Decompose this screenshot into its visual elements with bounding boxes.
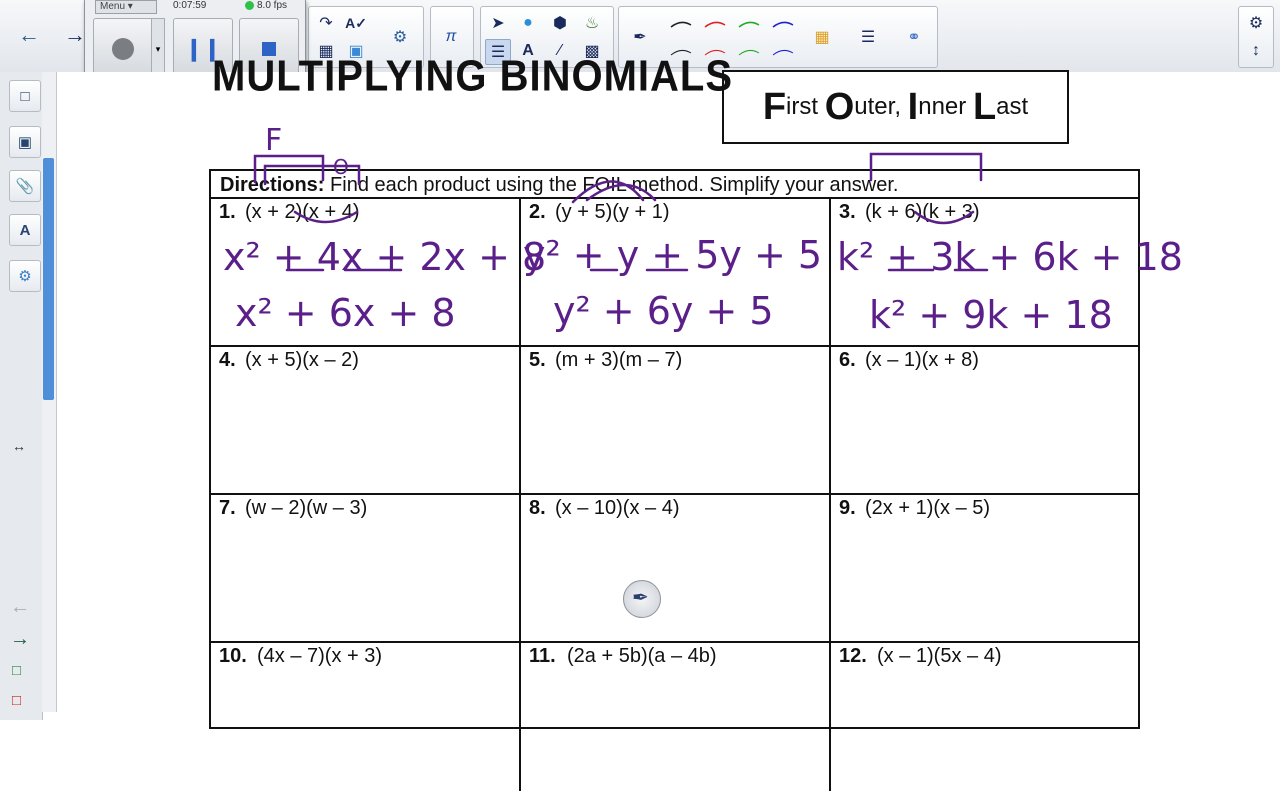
problem-expression: (2a + 5b)(a – 4b) bbox=[567, 645, 717, 667]
attachments-icon[interactable]: 📎 bbox=[9, 170, 41, 202]
problem-expression: (4x – 7)(x + 3) bbox=[257, 645, 383, 667]
recorder-menu-label: Menu bbox=[100, 1, 126, 12]
resize-sidebar-icon[interactable]: ↔ bbox=[12, 438, 26, 454]
problem-expression: (k + 6)(k + 3) bbox=[865, 201, 980, 223]
recorder-menu[interactable]: Menu ▾ bbox=[95, 0, 157, 14]
problem-number: 7. bbox=[219, 497, 236, 519]
problem-cell: 12. (x – 1)(5x – 4) bbox=[831, 643, 1138, 791]
pen-cursor-icon: ✒ bbox=[623, 580, 661, 618]
problem-cell: 4. (x + 5)(x – 2) bbox=[211, 347, 521, 495]
color-palette-icon[interactable]: ▦ bbox=[809, 24, 835, 50]
sidebar-scroll-thumb[interactable] bbox=[43, 158, 54, 400]
worksheet-title: MULTIPLYING BINOMIALS bbox=[212, 51, 733, 101]
foil-box: First Outer, Inner Last bbox=[722, 70, 1069, 144]
problem-number: 2. bbox=[529, 201, 546, 223]
layers-icon[interactable]: ⚭ bbox=[901, 24, 927, 50]
record-dropdown[interactable]: ▾ bbox=[151, 18, 165, 80]
recorder-elapsed-time: 0:07:59 bbox=[173, 0, 207, 11]
problem-cell: 3. (k + 6)(k + 3) bbox=[831, 199, 1138, 347]
problem-number: 12. bbox=[839, 645, 867, 667]
problem-expression: (w – 2)(w – 3) bbox=[245, 497, 368, 519]
settings-gear-icon[interactable]: ⚙ bbox=[1243, 10, 1269, 36]
foil-first-letter: F bbox=[762, 85, 787, 128]
page-sorter-icon[interactable]: □ bbox=[9, 80, 41, 112]
foil-last-rest: ast bbox=[996, 93, 1029, 120]
problem-cell: 7. (w – 2)(w – 3) bbox=[211, 495, 521, 643]
problem-expression: (x + 5)(x – 2) bbox=[245, 349, 359, 371]
problem-grid: Directions: Find each product using the … bbox=[209, 169, 1140, 791]
foil-last-letter: L bbox=[972, 85, 997, 128]
directions-label: Directions: bbox=[220, 174, 325, 196]
next-page-icon[interactable]: → bbox=[10, 628, 30, 651]
problem-cell: 2. (y + 5)(y + 1) bbox=[521, 199, 831, 347]
forward-arrow-icon[interactable]: → bbox=[64, 22, 86, 48]
record-icon bbox=[112, 38, 134, 60]
problem-number: 10. bbox=[219, 645, 247, 667]
right-toolbar: ⚙ ↕ bbox=[1238, 6, 1274, 68]
foil-first-rest: irst bbox=[786, 93, 819, 120]
whiteboard-page[interactable]: MULTIPLYING BINOMIALS First Outer, Inner… bbox=[57, 52, 1280, 791]
problem-number: 11. bbox=[529, 645, 556, 667]
back-arrow-icon[interactable]: ← bbox=[18, 22, 40, 48]
expand-arrows-icon[interactable]: ↕ bbox=[1243, 38, 1269, 64]
problem-cell: 9. (2x + 1)(x – 5) bbox=[831, 495, 1138, 643]
problem-number: 9. bbox=[839, 497, 856, 519]
problem-expression: (m + 3)(m – 7) bbox=[555, 349, 683, 371]
foil-inner-rest: nner bbox=[918, 93, 967, 120]
problem-cell: 5. (m + 3)(m – 7) bbox=[521, 347, 831, 495]
problem-expression: (2x + 1)(x – 5) bbox=[865, 497, 991, 519]
record-button[interactable] bbox=[93, 18, 153, 80]
problem-number: 5. bbox=[529, 349, 546, 371]
directions-row: Directions: Find each product using the … bbox=[211, 171, 1138, 199]
gallery-icon[interactable]: ▣ bbox=[9, 126, 41, 158]
problem-expression: (x – 1)(x + 8) bbox=[865, 349, 979, 371]
previous-page-icon[interactable]: ← bbox=[10, 596, 30, 619]
problem-expression: (x + 2)(x + 4) bbox=[245, 201, 360, 223]
foil-inner-letter: I bbox=[907, 85, 919, 128]
select-pointer-icon[interactable]: ➤ bbox=[485, 10, 511, 36]
shape-icon[interactable]: ● bbox=[515, 10, 541, 36]
addons-icon[interactable]: ⚙ bbox=[9, 260, 41, 292]
recording-status-icon bbox=[245, 1, 254, 10]
undo-icon[interactable]: ↷ bbox=[313, 10, 339, 36]
problem-number: 3. bbox=[839, 201, 856, 223]
delete-page-icon[interactable]: □ bbox=[12, 692, 21, 709]
pen-icon[interactable]: ✒ bbox=[627, 24, 653, 50]
problem-expression: (x – 1)(5x – 4) bbox=[877, 645, 1002, 667]
quill-icon: ✒ bbox=[632, 587, 649, 609]
insert-tool-icon[interactable]: ⚙ bbox=[387, 24, 413, 50]
problem-cell: 8. (x – 10)(x – 4) bbox=[521, 495, 831, 643]
fill-icon[interactable]: ♨ bbox=[579, 10, 605, 36]
problem-cell: 6. (x – 1)(x + 8) bbox=[831, 347, 1138, 495]
problem-expression: (x – 10)(x – 4) bbox=[555, 497, 680, 519]
problem-cell: 10. (4x – 7)(x + 3) bbox=[211, 643, 521, 791]
polygon-icon[interactable]: ⬢ bbox=[547, 10, 573, 36]
foil-outer-letter: O bbox=[824, 85, 855, 128]
properties-icon[interactable]: A bbox=[9, 214, 41, 246]
sidebar-scrollbar[interactable] bbox=[42, 72, 57, 712]
problem-number: 8. bbox=[529, 497, 546, 519]
ink-label-f: F bbox=[265, 123, 282, 158]
add-page-icon[interactable]: □ bbox=[12, 662, 21, 679]
left-sidebar: □ ▣ 📎 A ⚙ ↔ ← → □ □ bbox=[0, 72, 43, 720]
math-pi-icon[interactable]: π bbox=[438, 24, 464, 50]
problem-expression: (y + 5)(y + 1) bbox=[555, 201, 670, 223]
spellcheck-icon[interactable]: A✓ bbox=[343, 10, 369, 36]
foil-outer-rest: uter, bbox=[854, 93, 901, 120]
problem-cell: 11. (2a + 5b)(a – 4b) bbox=[521, 643, 831, 791]
problem-number: 6. bbox=[839, 349, 856, 371]
directions-text: Find each product using the FOIL method.… bbox=[330, 174, 899, 196]
problem-cell: 1. (x + 2)(x + 4) bbox=[211, 199, 521, 347]
line-props-icon[interactable]: ☰ bbox=[855, 24, 881, 50]
problem-number: 4. bbox=[219, 349, 236, 371]
recorder-fps: 8.0 fps bbox=[257, 0, 288, 11]
problem-number: 1. bbox=[219, 201, 236, 223]
